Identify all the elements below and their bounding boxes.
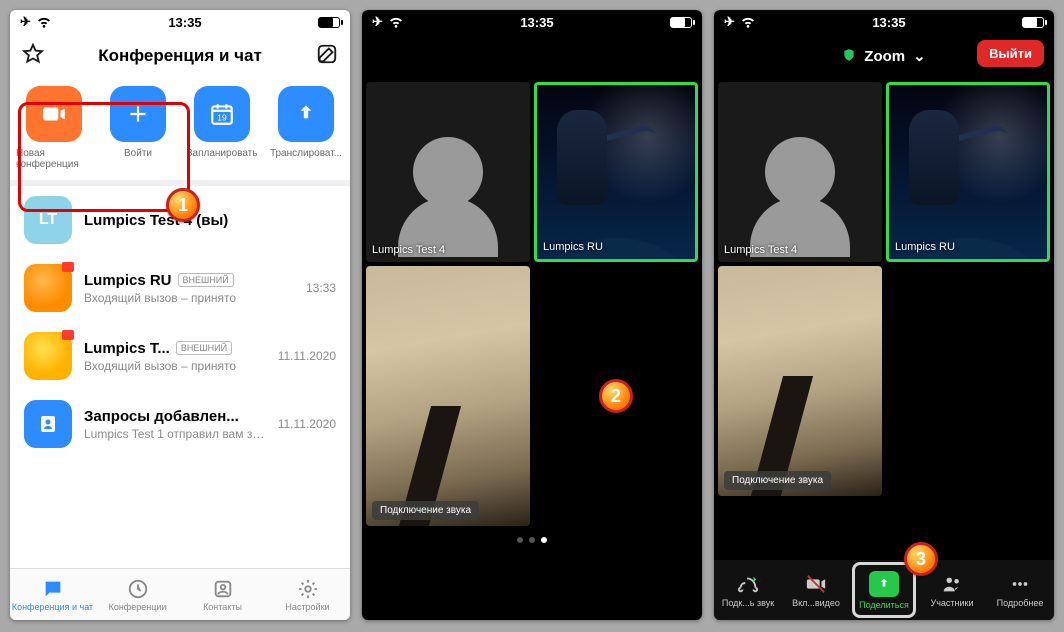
chat-time: 13:33 [306,281,336,295]
new-meeting-label: Новая конференция [16,148,92,170]
tab-bar: Конференция и чат Конференции Контакты Н… [10,568,350,620]
video-grid: Lumpics Test 4 Lumpics RU Подключение зв… [362,78,702,530]
meeting-toolbar: Подк...ь звук Вкл...видео Поделиться Уча… [714,560,1054,620]
wifi-icon [388,13,404,32]
marker-3: 3 [904,542,938,576]
status-time: 13:35 [872,15,905,30]
airplane-icon: ✈︎ [372,14,383,30]
tool-more[interactable]: Подробнее [986,560,1054,620]
empty-tile [886,266,1050,496]
audio-status: Подключение звука [724,471,831,490]
chat-name: Lumpics Test 4 (вы) [84,212,228,229]
chat-subtitle: Lumpics Test 1 отправил вам запр... [84,427,266,441]
chat-time: 11.11.2020 [278,349,336,363]
external-badge: ВНЕШНИЙ [178,273,234,287]
participant-tile[interactable]: Lumpics Test 4 [366,82,530,262]
chat-name: Lumpics T... [84,340,170,357]
page-title: Конференция и чат [44,46,316,66]
wifi-icon [36,13,52,32]
participant-tile-active[interactable]: Lumpics RU [534,82,698,262]
chat-row-requests[interactable]: Запросы добавлен... Lumpics Test 1 отпра… [10,390,350,458]
share-icon [869,571,899,597]
status-bar: ✈︎ 13:35 [714,10,1054,34]
participant-name: Lumpics Test 4 [372,244,445,256]
marker-1: 1 [166,188,200,222]
schedule-label: Запланировать [187,148,258,159]
self-tile[interactable]: Подключение звука [718,266,882,496]
broadcast-button[interactable]: Транслироват... [268,86,344,170]
audio-status: Подключение звука [372,501,479,520]
tab-chat[interactable]: Конференция и чат [10,569,95,620]
shield-icon[interactable] [842,48,856,65]
participant-tile-active[interactable]: Lumpics RU [886,82,1050,262]
compose-icon[interactable] [316,43,338,70]
placeholder-avatar-icon [413,137,483,207]
leave-button[interactable]: Выйти [977,40,1044,67]
airplane-icon: ✈︎ [724,14,735,30]
status-time: 13:35 [168,15,201,30]
video-feed [718,266,882,496]
video-feed [889,85,1047,259]
marker-2: 2 [599,379,633,413]
video-grid: Lumpics Test 4 Lumpics RU Подключение зв… [714,78,1054,500]
chat-list: LT Lumpics Test 4 (вы) Lumpics RU ВНЕШНИ… [10,186,350,458]
wifi-icon [740,13,756,32]
battery-icon [1022,17,1044,28]
chat-name: Запросы добавлен... [84,408,239,425]
video-feed [537,85,695,259]
placeholder-avatar-icon [765,137,835,207]
screen-meeting-toolbar: ✈︎ 13:35 Zoom ⌄ Выйти Lumpics Test 4 Lum… [714,10,1054,620]
avatar [24,332,72,380]
join-button[interactable]: Войти [100,86,176,170]
svg-text:19: 19 [217,113,227,123]
chat-subtitle: Входящий вызов – принято [84,291,294,305]
tab-settings[interactable]: Настройки [265,569,350,620]
quick-actions: Новая конференция Войти 19 Запланировать… [10,78,350,180]
screen-meeting-grid: ✈︎ 13:35 Lumpics Test 4 Lumpics RU Подкл… [362,10,702,620]
tab-meetings[interactable]: Конференции [95,569,180,620]
participant-name: Lumpics RU [543,241,603,253]
chat-subtitle: Входящий вызов – принято [84,359,266,373]
chat-name: Lumpics RU [84,272,172,289]
battery-icon [318,17,340,28]
chat-row[interactable]: Lumpics T... ВНЕШНИЙ Входящий вызов – пр… [10,322,350,390]
avatar [24,264,72,312]
join-label: Войти [124,148,152,159]
meeting-brand[interactable]: Zoom [864,48,905,65]
airplane-icon: ✈︎ [20,14,31,30]
empty-tile: 2 [534,266,698,526]
schedule-button[interactable]: 19 Запланировать [184,86,260,170]
chat-row[interactable]: Lumpics RU ВНЕШНИЙ Входящий вызов – прин… [10,254,350,322]
self-tile[interactable]: Подключение звука [366,266,530,526]
participant-name: Lumpics RU [895,241,955,253]
avatar: LT [24,196,72,244]
page-indicator [362,530,702,550]
video-feed [366,266,530,526]
avatar [24,400,72,448]
new-meeting-button[interactable]: Новая конференция [16,86,92,170]
favorites-icon[interactable] [22,43,44,70]
status-bar: ✈︎ 13:35 [10,10,350,34]
status-time: 13:35 [520,15,553,30]
status-bar: ✈︎ 13:35 [362,10,702,34]
screen-chat-list: ✈︎ 13:35 Конференция и чат Новая конфере… [10,10,350,620]
chat-time: 11.11.2020 [278,417,336,431]
participant-name: Lumpics Test 4 [724,244,797,256]
meeting-header: Zoom ⌄ Выйти [714,34,1054,78]
tool-audio[interactable]: Подк...ь звук [714,560,782,620]
tool-video[interactable]: Вкл...видео [782,560,850,620]
broadcast-label: Транслироват... [270,148,342,159]
external-badge: ВНЕШНИЙ [176,341,232,355]
navbar: Конференция и чат [10,34,350,78]
tab-contacts[interactable]: Контакты [180,569,265,620]
participant-tile[interactable]: Lumpics Test 4 [718,82,882,262]
chevron-down-icon[interactable]: ⌄ [913,47,926,65]
battery-icon [670,17,692,28]
